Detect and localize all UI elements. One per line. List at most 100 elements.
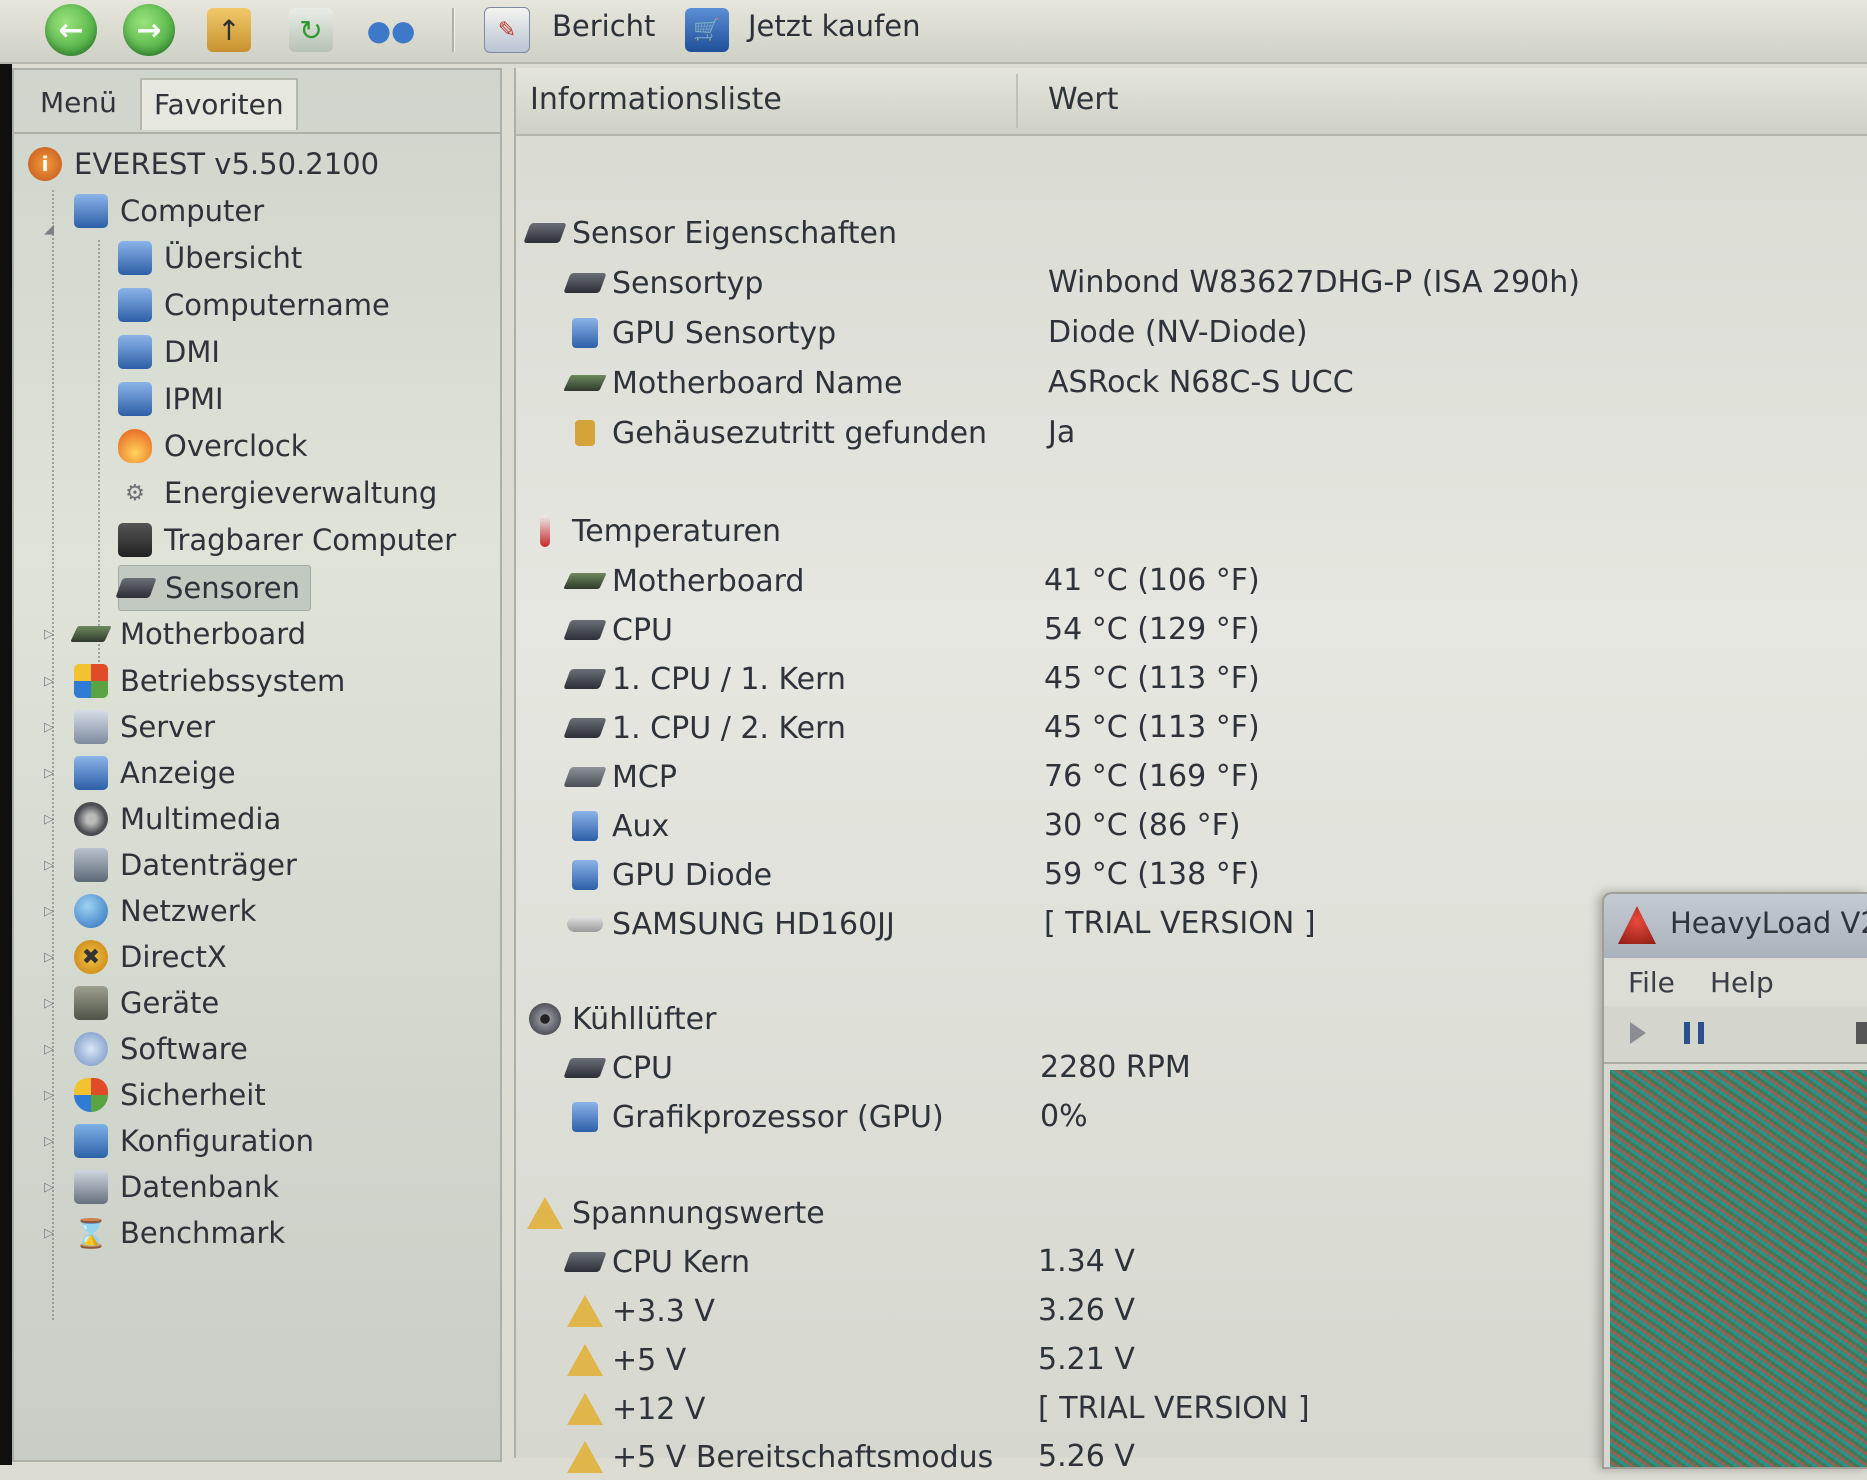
tree-item-uebersicht[interactable]: Übersicht xyxy=(118,236,302,280)
forward-button[interactable]: → xyxy=(120,4,178,56)
tree-item-label: Motherboard xyxy=(120,617,307,651)
expand-icon[interactable]: ▷ xyxy=(42,1180,56,1195)
forward-arrow-icon: → xyxy=(123,4,175,56)
list-item[interactable]: +3.3 V xyxy=(566,1288,715,1334)
tree-item-label: Sensoren xyxy=(165,571,300,605)
users-button[interactable]: ●● xyxy=(362,4,420,56)
group-title: Kühllüfter xyxy=(572,1001,717,1037)
tree-item-directx[interactable]: ✖ DirectX xyxy=(74,935,227,979)
column-divider[interactable] xyxy=(1016,74,1018,128)
list-item[interactable]: CPU xyxy=(563,607,673,653)
buy-button[interactable]: 🛒 xyxy=(678,4,736,56)
expand-icon[interactable]: ▷ xyxy=(42,627,56,642)
stop-icon[interactable] xyxy=(1856,1022,1867,1044)
heavyload-titlebar[interactable]: HeavyLoad V2.4 xyxy=(1604,894,1867,958)
tree-item-netzwerk[interactable]: Netzwerk xyxy=(74,889,256,933)
tree-item-computername[interactable]: Computername xyxy=(118,283,390,327)
expand-icon[interactable]: ▷ xyxy=(42,1226,56,1241)
list-item[interactable]: +12 V xyxy=(566,1386,705,1432)
list-item[interactable]: CPU Kern xyxy=(563,1239,750,1285)
list-item[interactable]: Motherboard xyxy=(563,558,805,604)
list-item[interactable]: GPU Diode xyxy=(566,852,772,898)
item-label: Motherboard xyxy=(612,563,805,599)
tree-item-energieverwaltung[interactable]: ⚙ Energieverwaltung xyxy=(118,471,437,515)
menu-help[interactable]: Help xyxy=(1710,966,1774,999)
menu-file[interactable]: File xyxy=(1628,966,1675,999)
tree-item-datentraeger[interactable]: Datenträger xyxy=(74,843,297,887)
tab-menu[interactable]: Menü xyxy=(28,78,129,128)
expand-icon[interactable]: ▷ xyxy=(42,812,56,827)
tree-item-computer[interactable]: Computer xyxy=(74,189,264,233)
expand-icon[interactable]: ▷ xyxy=(42,1134,56,1149)
laptop-icon xyxy=(118,523,152,557)
group-temperatures[interactable]: Temperaturen xyxy=(526,508,781,554)
group-sensor[interactable]: Sensor Eigenschaften xyxy=(523,210,897,256)
play-icon[interactable] xyxy=(1630,1022,1646,1044)
list-item[interactable]: Grafikprozessor (GPU) xyxy=(566,1094,944,1140)
tab-favorites[interactable]: Favoriten xyxy=(140,78,298,130)
group-voltages[interactable]: Spannungswerte xyxy=(526,1190,825,1236)
expand-icon[interactable]: ▷ xyxy=(42,996,56,1011)
list-item[interactable]: SAMSUNG HD160JJ xyxy=(566,901,895,947)
group-fans[interactable]: Kühllüfter xyxy=(526,996,716,1042)
warning-icon xyxy=(566,1392,604,1426)
list-item[interactable]: CPU xyxy=(563,1045,673,1091)
monitor-icon xyxy=(566,316,604,350)
heavyload-window[interactable]: HeavyLoad V2.4 File Help xyxy=(1602,892,1867,1469)
tree-item-multimedia[interactable]: Multimedia xyxy=(74,797,281,841)
column-header-field[interactable]: Informationsliste xyxy=(530,82,782,117)
list-item[interactable]: Motherboard Name xyxy=(563,360,902,406)
refresh-button[interactable]: ↻ xyxy=(282,4,340,56)
column-header-value[interactable]: Wert xyxy=(1048,82,1118,117)
tree-root[interactable]: i EVEREST v5.50.2100 xyxy=(28,142,379,186)
tree-item-motherboard[interactable]: Motherboard xyxy=(70,612,307,656)
tree-item-dmi[interactable]: DMI xyxy=(118,330,220,374)
pause-icon[interactable] xyxy=(1684,1022,1704,1044)
list-item[interactable]: 1. CPU / 1. Kern xyxy=(563,656,846,702)
list-item[interactable]: +5 V Bereitschaftsmodus xyxy=(566,1434,993,1480)
expand-icon[interactable]: ▷ xyxy=(42,950,56,965)
item-label: GPU Sensortyp xyxy=(612,315,837,351)
expand-icon[interactable]: ▷ xyxy=(42,1088,56,1103)
list-item[interactable]: GPU Sensortyp xyxy=(566,310,836,356)
collapse-icon[interactable]: ◢ xyxy=(42,222,56,237)
list-item[interactable]: Aux xyxy=(566,803,669,849)
expand-icon[interactable]: ▷ xyxy=(42,766,56,781)
report-label[interactable]: Bericht xyxy=(552,6,655,46)
tree-item-overclock[interactable]: Overclock xyxy=(118,424,308,468)
list-item[interactable]: Gehäusezutritt gefunden xyxy=(566,410,987,456)
expand-icon[interactable]: ▷ xyxy=(42,1042,56,1057)
tree-item-geraete[interactable]: Geräte xyxy=(74,981,219,1025)
buy-label[interactable]: Jetzt kaufen xyxy=(748,6,920,46)
list-item[interactable]: MCP xyxy=(563,754,677,800)
report-button[interactable]: ✎ xyxy=(478,4,536,56)
item-label: CPU Kern xyxy=(612,1244,750,1280)
tree-item-sicherheit[interactable]: Sicherheit xyxy=(74,1073,266,1117)
tree-item-benchmark[interactable]: ⌛ Benchmark xyxy=(74,1211,286,1255)
globe-icon xyxy=(74,894,108,928)
tree-item-datenbank[interactable]: Datenbank xyxy=(74,1165,279,1209)
tree-item-tragbarer-computer[interactable]: Tragbarer Computer xyxy=(118,518,456,562)
tree-item-server[interactable]: Server xyxy=(74,705,215,749)
up-button[interactable]: ↑ xyxy=(200,4,258,56)
tree-item-label: Benchmark xyxy=(120,1216,286,1250)
list-item[interactable]: 1. CPU / 2. Kern xyxy=(563,705,846,751)
tree-item-sensoren[interactable]: Sensoren xyxy=(115,565,311,611)
expand-icon[interactable]: ▷ xyxy=(42,674,56,689)
item-value: 0% xyxy=(1040,1099,1088,1134)
tree-item-ipmi[interactable]: IPMI xyxy=(118,377,224,421)
list-item[interactable]: Sensortyp xyxy=(563,260,763,306)
expand-icon[interactable]: ▷ xyxy=(42,720,56,735)
motherboard-icon xyxy=(563,366,607,400)
tree-item-betriebssystem[interactable]: Betriebssystem xyxy=(74,659,345,703)
tree-item-anzeige[interactable]: Anzeige xyxy=(74,751,236,795)
tree-item-software[interactable]: Software xyxy=(74,1027,248,1071)
expand-icon[interactable]: ▷ xyxy=(42,904,56,919)
expand-icon[interactable]: ▷ xyxy=(42,858,56,873)
heavyload-render-canvas xyxy=(1610,1070,1867,1467)
back-button[interactable]: ← xyxy=(42,4,100,56)
tree-item-label: Geräte xyxy=(120,986,220,1020)
list-item[interactable]: +5 V xyxy=(566,1337,686,1383)
report-icon: ✎ xyxy=(484,7,530,53)
tree-item-konfiguration[interactable]: Konfiguration xyxy=(74,1119,314,1163)
